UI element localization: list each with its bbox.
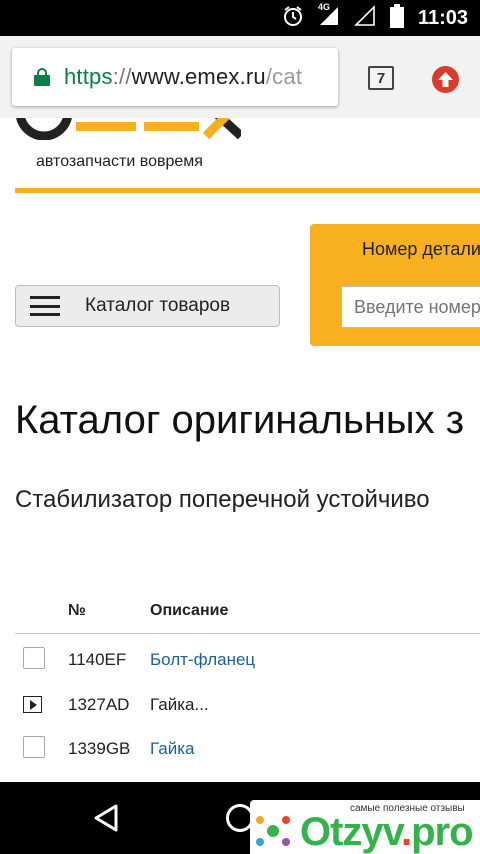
header-divider: [15, 188, 480, 193]
page-title: Каталог оригинальных з: [15, 398, 465, 442]
part-number-label: Номер детали: [362, 239, 480, 259]
table-row: 1327AD Гайка...: [15, 681, 480, 725]
watermark: самые полезные отзывы Otzyv.pro: [250, 800, 480, 854]
watermark-name: Otzyv.pro: [300, 810, 474, 854]
browser-toolbar: https://www.emex.ru/cat 7: [0, 36, 480, 118]
table-row: 1339GB Гайка: [15, 725, 480, 769]
url-host: www.emex.ru: [131, 64, 266, 89]
lock-icon: [34, 68, 50, 86]
url-separator: ://: [112, 64, 132, 89]
url-scheme: https: [64, 64, 113, 89]
catalog-button-label: Каталог товаров: [85, 295, 231, 316]
column-header-description: Описание: [150, 602, 229, 619]
watermark-logo-icon: [256, 816, 290, 846]
part-description: Гайка...: [150, 695, 209, 714]
part-description-link[interactable]: Болт-фланец: [150, 650, 255, 670]
part-search-panel: Номер детали: [310, 224, 480, 346]
part-number: 1327AD: [68, 695, 130, 714]
alarm-icon: [282, 5, 304, 32]
page-subtitle: Стабилизатор поперечной устойчиво: [15, 486, 430, 513]
network-label: 4G: [317, 1, 330, 12]
web-page: автозапчасти вовремя Номер детали Катало…: [0, 118, 480, 782]
part-number: 1339GB: [68, 739, 131, 758]
watermark-dot: .: [400, 810, 412, 854]
url-text[interactable]: https://www.emex.ru/cat: [64, 64, 302, 90]
menu-icon: [30, 296, 60, 316]
url-path: /cat: [265, 64, 303, 89]
tab-count: 7: [376, 69, 386, 87]
clock: 11:03: [417, 6, 468, 29]
signal-icon: 4G: [317, 1, 340, 32]
part-number-input[interactable]: [341, 286, 480, 328]
catalog-menu-button[interactable]: Каталог товаров: [15, 285, 280, 327]
status-bar: 4G 11:03: [0, 0, 480, 36]
update-arrow-icon[interactable]: [432, 66, 459, 93]
battery-icon: [389, 3, 404, 33]
back-icon[interactable]: [93, 804, 119, 837]
expand-icon[interactable]: [23, 696, 42, 713]
column-header-number: №: [68, 602, 86, 619]
tab-switcher-button[interactable]: 7: [368, 66, 394, 90]
part-description-link[interactable]: Гайка: [150, 739, 194, 759]
row-checkbox[interactable]: [23, 647, 45, 669]
row-checkbox[interactable]: [23, 736, 45, 758]
signal-outline-icon: [354, 4, 376, 32]
table-row: 1140EF Болт-фланец: [15, 636, 480, 680]
site-tagline: автозапчасти вовремя: [36, 153, 203, 170]
table-header: № Описание: [15, 588, 480, 634]
address-bar[interactable]: https://www.emex.ru/cat: [12, 48, 338, 106]
emex-logo[interactable]: [16, 118, 241, 140]
watermark-word: Otzyv: [300, 810, 402, 854]
part-number: 1140EF: [68, 650, 127, 669]
watermark-tld: pro: [411, 810, 473, 854]
